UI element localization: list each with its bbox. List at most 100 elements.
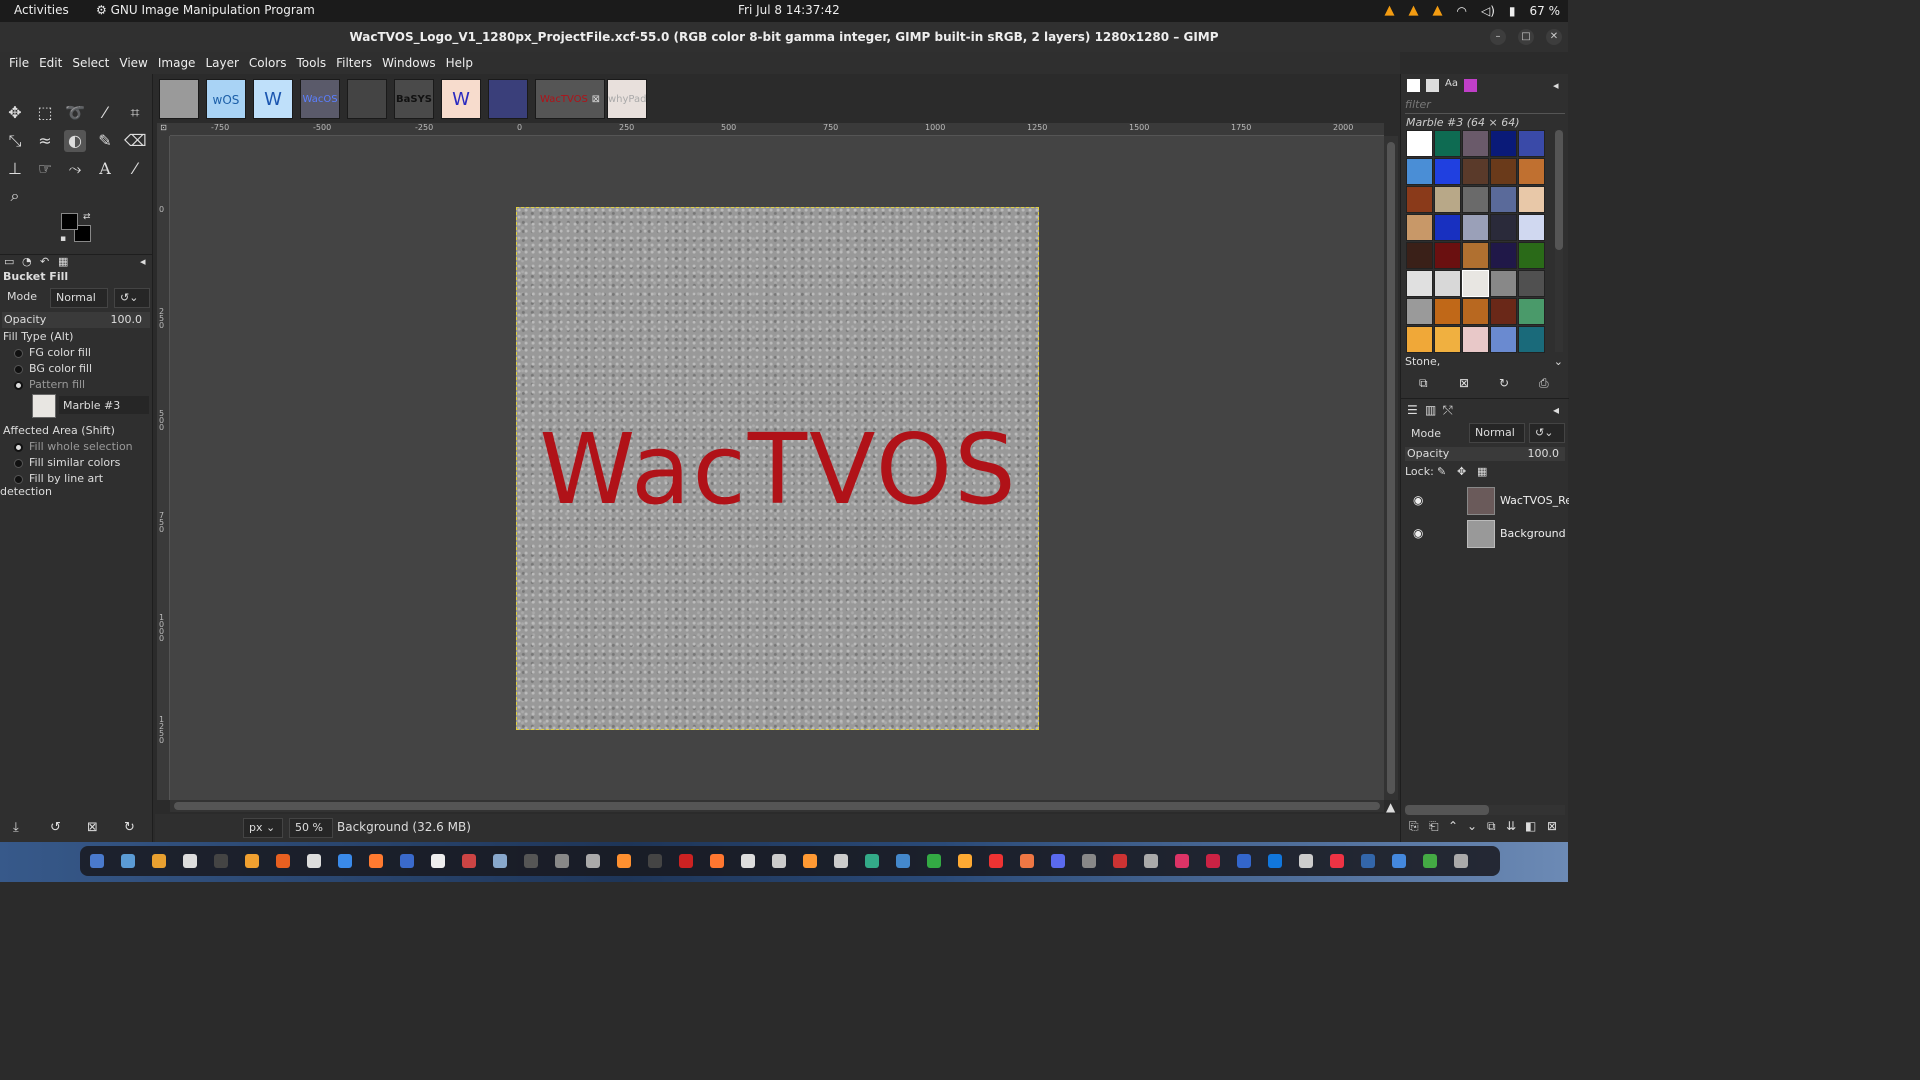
dock-app-icon[interactable] <box>1020 854 1034 868</box>
pattern-swatch[interactable] <box>1406 130 1433 157</box>
dock-app-icon[interactable] <box>958 854 972 868</box>
pattern-tag-select[interactable]: Stone, ⌄ <box>1405 355 1565 371</box>
affected-similar-option[interactable]: Fill similar colors <box>0 456 153 469</box>
color-picker-tool-icon[interactable]: ⁄ <box>124 158 146 180</box>
app-menu[interactable]: ⚙ GNU Image Manipulation Program <box>96 3 315 17</box>
move-tool-icon[interactable]: ✥ <box>4 102 26 124</box>
delete-layer-icon[interactable]: ⊠ <box>1547 819 1557 833</box>
pattern-swatch[interactable] <box>1406 186 1433 213</box>
dock-app-icon[interactable] <box>1361 854 1375 868</box>
open-pattern-icon[interactable]: ⎙ <box>1539 376 1549 391</box>
dock-app-icon[interactable] <box>803 854 817 868</box>
dock-app-icon[interactable] <box>245 854 259 868</box>
pattern-swatch[interactable] <box>1434 130 1461 157</box>
dock-app-icon[interactable] <box>121 854 135 868</box>
dock-app-icon[interactable] <box>1392 854 1406 868</box>
pattern-scrollbar[interactable] <box>1555 130 1563 352</box>
dock-app-icon[interactable] <box>834 854 848 868</box>
scroll-thumb[interactable] <box>1405 805 1489 815</box>
mode-select[interactable]: Normal ⌄ <box>50 288 108 322</box>
dock-app-icon[interactable] <box>1144 854 1158 868</box>
fg-color-swatch[interactable] <box>61 213 78 230</box>
pattern-chooser[interactable]: Marble #3 <box>0 394 153 418</box>
pattern-swatch[interactable] <box>1518 326 1545 353</box>
close-button[interactable]: ✕ <box>1546 29 1562 45</box>
new-layer-icon[interactable]: ⎗ <box>1429 819 1439 834</box>
lower-layer-icon[interactable]: ⌄ <box>1467 819 1477 833</box>
pattern-swatch[interactable] <box>1490 298 1517 325</box>
clock[interactable]: Fri Jul 8 14:37:42 <box>738 3 840 17</box>
dock-app-icon[interactable] <box>741 854 755 868</box>
pattern-swatch[interactable] <box>1406 326 1433 353</box>
paths-tool-icon[interactable]: ⤳ <box>64 158 86 180</box>
pattern-swatch[interactable] <box>1434 186 1461 213</box>
pattern-swatch[interactable] <box>1406 214 1433 241</box>
dock-app-icon[interactable] <box>865 854 879 868</box>
smudge-tool-icon[interactable]: ☞ <box>34 158 56 180</box>
unit-select[interactable]: px ⌄ <box>243 818 283 838</box>
menu-layer[interactable]: Layer <box>200 52 243 74</box>
dock-app-icon[interactable] <box>648 854 662 868</box>
dock-app-icon[interactable] <box>1113 854 1127 868</box>
fill-bg-option[interactable]: BG color fill <box>0 362 153 375</box>
scroll-thumb[interactable] <box>174 802 1380 810</box>
dock-app-icon[interactable] <box>90 854 104 868</box>
paintbrush-tool-icon[interactable]: ✎ <box>94 130 116 152</box>
horizontal-scrollbar[interactable] <box>170 800 1384 812</box>
pattern-swatch[interactable] <box>1490 186 1517 213</box>
reset-options-icon[interactable]: ↻ <box>124 820 135 835</box>
vertical-scrollbar[interactable] <box>1384 136 1398 800</box>
dock-app-icon[interactable] <box>183 854 197 868</box>
duplicate-layer-icon[interactable]: ⧉ <box>1487 819 1496 834</box>
menu-help[interactable]: Help <box>441 52 478 74</box>
configure-tab-icon[interactable]: ◂ <box>1553 79 1559 92</box>
dock-app-icon[interactable] <box>493 854 507 868</box>
dock-app-icon[interactable] <box>679 854 693 868</box>
dock-app-icon[interactable] <box>1082 854 1096 868</box>
dock-app-icon[interactable] <box>617 854 631 868</box>
dock-app-icon[interactable] <box>276 854 290 868</box>
minimize-button[interactable]: – <box>1490 29 1506 45</box>
undo-history-tab-icon[interactable]: ↶ <box>40 255 49 268</box>
fill-pattern-option[interactable]: Pattern fill <box>0 378 153 391</box>
pattern-swatch[interactable] <box>1434 326 1461 353</box>
lock-alpha-icon[interactable]: ▦ <box>1477 465 1487 478</box>
lock-pixels-icon[interactable]: ✎ <box>1437 465 1446 478</box>
text-tool-icon[interactable]: A <box>94 158 116 180</box>
pattern-swatch[interactable] <box>1518 270 1545 297</box>
raise-layer-icon[interactable]: ⌃ <box>1448 819 1458 833</box>
dock-app-icon[interactable] <box>555 854 569 868</box>
pattern-swatch[interactable] <box>1406 242 1433 269</box>
affected-whole-option[interactable]: Fill whole selection <box>0 440 153 453</box>
pattern-swatch[interactable] <box>1462 158 1489 185</box>
fuzzy-select-tool-icon[interactable]: ⁄ <box>94 102 116 124</box>
dock-app-icon[interactable] <box>896 854 910 868</box>
dock-app-icon[interactable] <box>989 854 1003 868</box>
pattern-swatch[interactable] <box>1462 326 1489 353</box>
menu-colors[interactable]: Colors <box>244 52 292 74</box>
menu-select[interactable]: Select <box>67 52 114 74</box>
menu-filters[interactable]: Filters <box>331 52 377 74</box>
layer-mode-reset[interactable]: ↺⌄ <box>1529 423 1565 443</box>
pattern-swatch[interactable] <box>1406 158 1433 185</box>
pattern-swatch[interactable] <box>1434 158 1461 185</box>
menu-edit[interactable]: Edit <box>34 52 67 74</box>
image-canvas[interactable]: WacTVOS <box>516 207 1039 730</box>
pattern-swatch[interactable] <box>1434 214 1461 241</box>
menu-tools[interactable]: Tools <box>292 52 332 74</box>
pattern-swatch[interactable] <box>1434 270 1461 297</box>
eye-icon[interactable]: ◉ <box>1413 493 1423 507</box>
dock-app-icon[interactable] <box>1051 854 1065 868</box>
zoom-select[interactable]: 50 % <box>289 818 333 838</box>
dock-app-icon[interactable] <box>462 854 476 868</box>
layer-opacity-slider[interactable]: Opacity 100.0 <box>1405 447 1565 461</box>
pattern-swatch[interactable] <box>1518 130 1545 157</box>
pattern-swatch[interactable] <box>1462 242 1489 269</box>
pattern-grid[interactable] <box>1406 130 1548 353</box>
pattern-swatch[interactable] <box>1406 270 1433 297</box>
pattern-swatch[interactable] <box>1490 326 1517 353</box>
fonts-tab-icon[interactable]: Aa <box>1445 78 1458 89</box>
layers-tab-icon[interactable]: ☰ <box>1407 403 1418 417</box>
bucket-fill-tool-icon[interactable]: ◐ <box>64 130 86 152</box>
activities-button[interactable]: Activities <box>14 3 69 17</box>
